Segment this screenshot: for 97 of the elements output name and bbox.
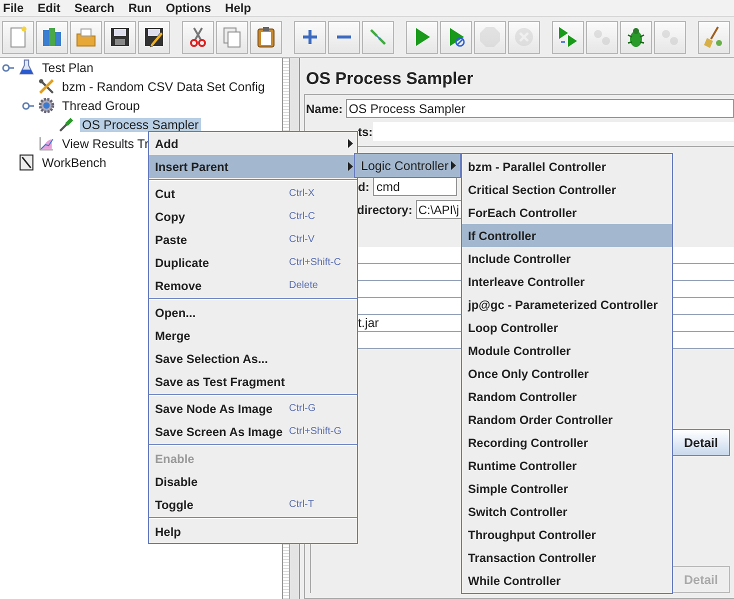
menu-entry[interactable]: Cut Ctrl-X <box>149 182 357 205</box>
menu-entry[interactable]: Paste Ctrl-V <box>149 228 357 251</box>
menu-entry[interactable]: Interleave Controller <box>462 270 672 293</box>
templates-button[interactable] <box>36 20 68 54</box>
minus-icon <box>336 34 352 40</box>
remote-start-button[interactable] <box>552 20 584 54</box>
start-button[interactable] <box>406 20 438 54</box>
menu-entry[interactable]: bzm - Parallel Controller <box>462 155 672 178</box>
paste-button[interactable] <box>250 20 282 54</box>
menu-entry[interactable]: Random Controller <box>462 385 672 408</box>
menu-entry[interactable]: Duplicate Ctrl+Shift-C <box>149 251 357 274</box>
tree-item[interactable]: WorkBench <box>40 156 108 170</box>
menu-entry[interactable]: Module Controller <box>462 339 672 362</box>
submenu-arrow-icon <box>348 162 353 171</box>
save-as-button[interactable] <box>138 20 170 54</box>
menu-entry[interactable]: Merge <box>149 324 357 347</box>
panel-title: OS Process Sampler <box>305 68 474 90</box>
shortcut-text: Ctrl+Shift-C <box>289 257 341 268</box>
tree-item[interactable]: bzm - Random CSV Data Set Config <box>60 80 267 94</box>
x-circle-icon <box>512 25 536 49</box>
expand-button[interactable] <box>294 20 326 54</box>
submenu-arrow-icon <box>348 139 353 148</box>
dropper-icon <box>58 116 75 133</box>
open-button[interactable] <box>70 20 102 54</box>
menu-item[interactable]: File <box>3 1 24 15</box>
menu-entry[interactable]: Add <box>149 132 357 155</box>
menu-entry[interactable]: Critical Section Controller <box>462 178 672 201</box>
toggle-button[interactable] <box>362 20 394 54</box>
menu-entry[interactable]: Recording Controller <box>462 431 672 454</box>
menu-entry[interactable]: Toggle Ctrl-T <box>149 493 357 516</box>
shortcut-text: Ctrl-T <box>289 499 314 510</box>
menu-entry[interactable]: If Controller <box>462 224 672 247</box>
menu-entry[interactable]: Throughput Controller <box>462 523 672 546</box>
menu-entry[interactable]: Disable <box>149 470 357 493</box>
menu-entry[interactable]: Save as Test Fragment <box>149 370 357 393</box>
menu-entry[interactable]: Save Selection As... <box>149 347 357 370</box>
floppy-pencil-icon <box>142 25 166 49</box>
name-field[interactable]: OS Process Sampler <box>346 99 734 118</box>
books-icon <box>40 25 64 49</box>
command-label: d: <box>358 180 370 194</box>
chart-icon <box>38 135 55 152</box>
menu-entry[interactable]: Simple Controller <box>462 477 672 500</box>
tools-icon <box>38 78 55 95</box>
tree-item[interactable]: Thread Group <box>60 98 142 112</box>
menu-entry[interactable]: Random Order Controller <box>462 408 672 431</box>
menu-entry[interactable]: Save Screen As Image Ctrl+Shift-G <box>149 420 357 443</box>
menu-entry[interactable]: Remove Delete <box>149 274 357 297</box>
tree-item[interactable]: View Results Tr <box>60 136 151 150</box>
shortcut-text: Ctrl+Shift-G <box>289 426 342 437</box>
expanded-handle-icon[interactable] <box>2 62 14 74</box>
menu-item[interactable]: Help <box>225 1 252 15</box>
menu-entry[interactable]: Save Node As Image Ctrl-G <box>149 397 357 420</box>
menu-entry[interactable]: Open... <box>149 301 357 324</box>
menu-item[interactable]: Run <box>128 1 152 15</box>
bug-button[interactable] <box>620 20 652 54</box>
menu-entry[interactable]: Transaction Controller <box>462 546 672 569</box>
shortcut-text: Ctrl-C <box>289 211 316 222</box>
gear-icon <box>38 97 55 114</box>
menu-entry[interactable]: Logic Controller <box>355 154 460 177</box>
detail-button[interactable]: Detail <box>672 429 730 456</box>
menu-item[interactable]: Options <box>166 1 212 15</box>
menu-entry[interactable]: Insert Parent <box>149 155 357 178</box>
menu-item[interactable]: Search <box>74 1 114 15</box>
stop-sign-icon <box>478 25 502 49</box>
menu-entry[interactable]: ForEach Controller <box>462 201 672 224</box>
expanded-handle-icon[interactable] <box>22 100 34 112</box>
menu-entry[interactable]: Switch Controller <box>462 500 672 523</box>
shortcut-text: Ctrl-X <box>289 188 315 199</box>
notebook-icon <box>18 154 35 171</box>
shortcut-text: Ctrl-G <box>289 403 316 414</box>
start-no-pause-button[interactable] <box>440 20 472 54</box>
command-field[interactable]: cmd <box>373 177 458 196</box>
collapse-button[interactable] <box>328 20 360 54</box>
tree-item[interactable]: OS Process Sampler <box>80 118 201 132</box>
flask-icon <box>18 59 35 76</box>
directory-field[interactable]: C:\API\j <box>416 200 462 219</box>
new-button[interactable] <box>2 20 34 54</box>
menu-entry[interactable]: Once Only Controller <box>462 362 672 385</box>
cut-button[interactable] <box>182 20 214 54</box>
shortcut-text: Ctrl-V <box>289 234 315 245</box>
menu-item[interactable]: Edit <box>38 1 60 15</box>
menu-entry[interactable]: jp@gc - Parameterized Controller <box>462 293 672 316</box>
menu-entry[interactable]: Help <box>149 520 357 543</box>
name-label: Name: <box>306 102 343 116</box>
menu-entry[interactable]: Loop Controller <box>462 316 672 339</box>
clear-button[interactable] <box>698 20 730 54</box>
comments-label: ts: <box>358 124 373 138</box>
submenu-arrow-icon <box>451 161 456 170</box>
copy-button[interactable] <box>216 20 248 54</box>
menu-entry[interactable]: Include Controller <box>462 247 672 270</box>
menu-entry[interactable]: Copy Ctrl-C <box>149 205 357 228</box>
save-button[interactable] <box>104 20 136 54</box>
shortcut-text: Delete <box>289 280 318 291</box>
directory-label: directory: <box>357 202 412 216</box>
menu-entry[interactable]: Runtime Controller <box>462 454 672 477</box>
tree-item[interactable]: Test Plan <box>40 60 96 74</box>
menu-entry[interactable]: While Controller <box>462 569 672 592</box>
